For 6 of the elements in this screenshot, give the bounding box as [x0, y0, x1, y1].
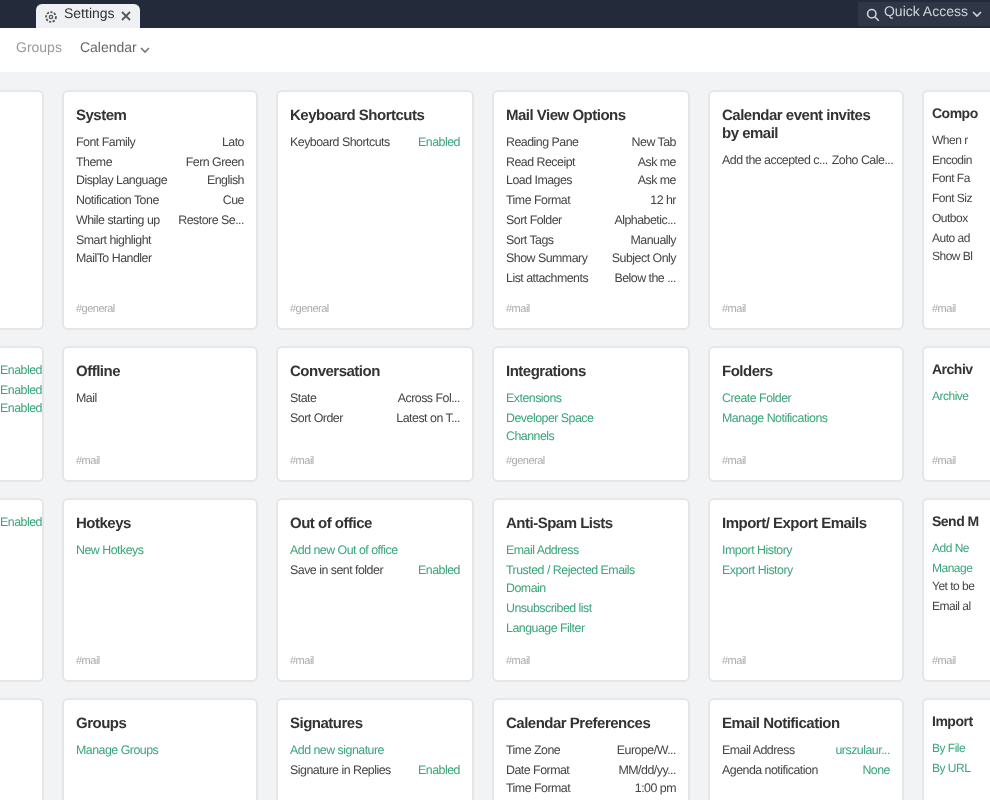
gear-icon — [44, 9, 58, 23]
search-icon — [865, 7, 880, 21]
caret-icon — [972, 10, 982, 18]
settings-card[interactable] — [492, 90, 690, 330]
caret-icon — [140, 46, 151, 54]
close-icon[interactable] — [120, 10, 133, 22]
